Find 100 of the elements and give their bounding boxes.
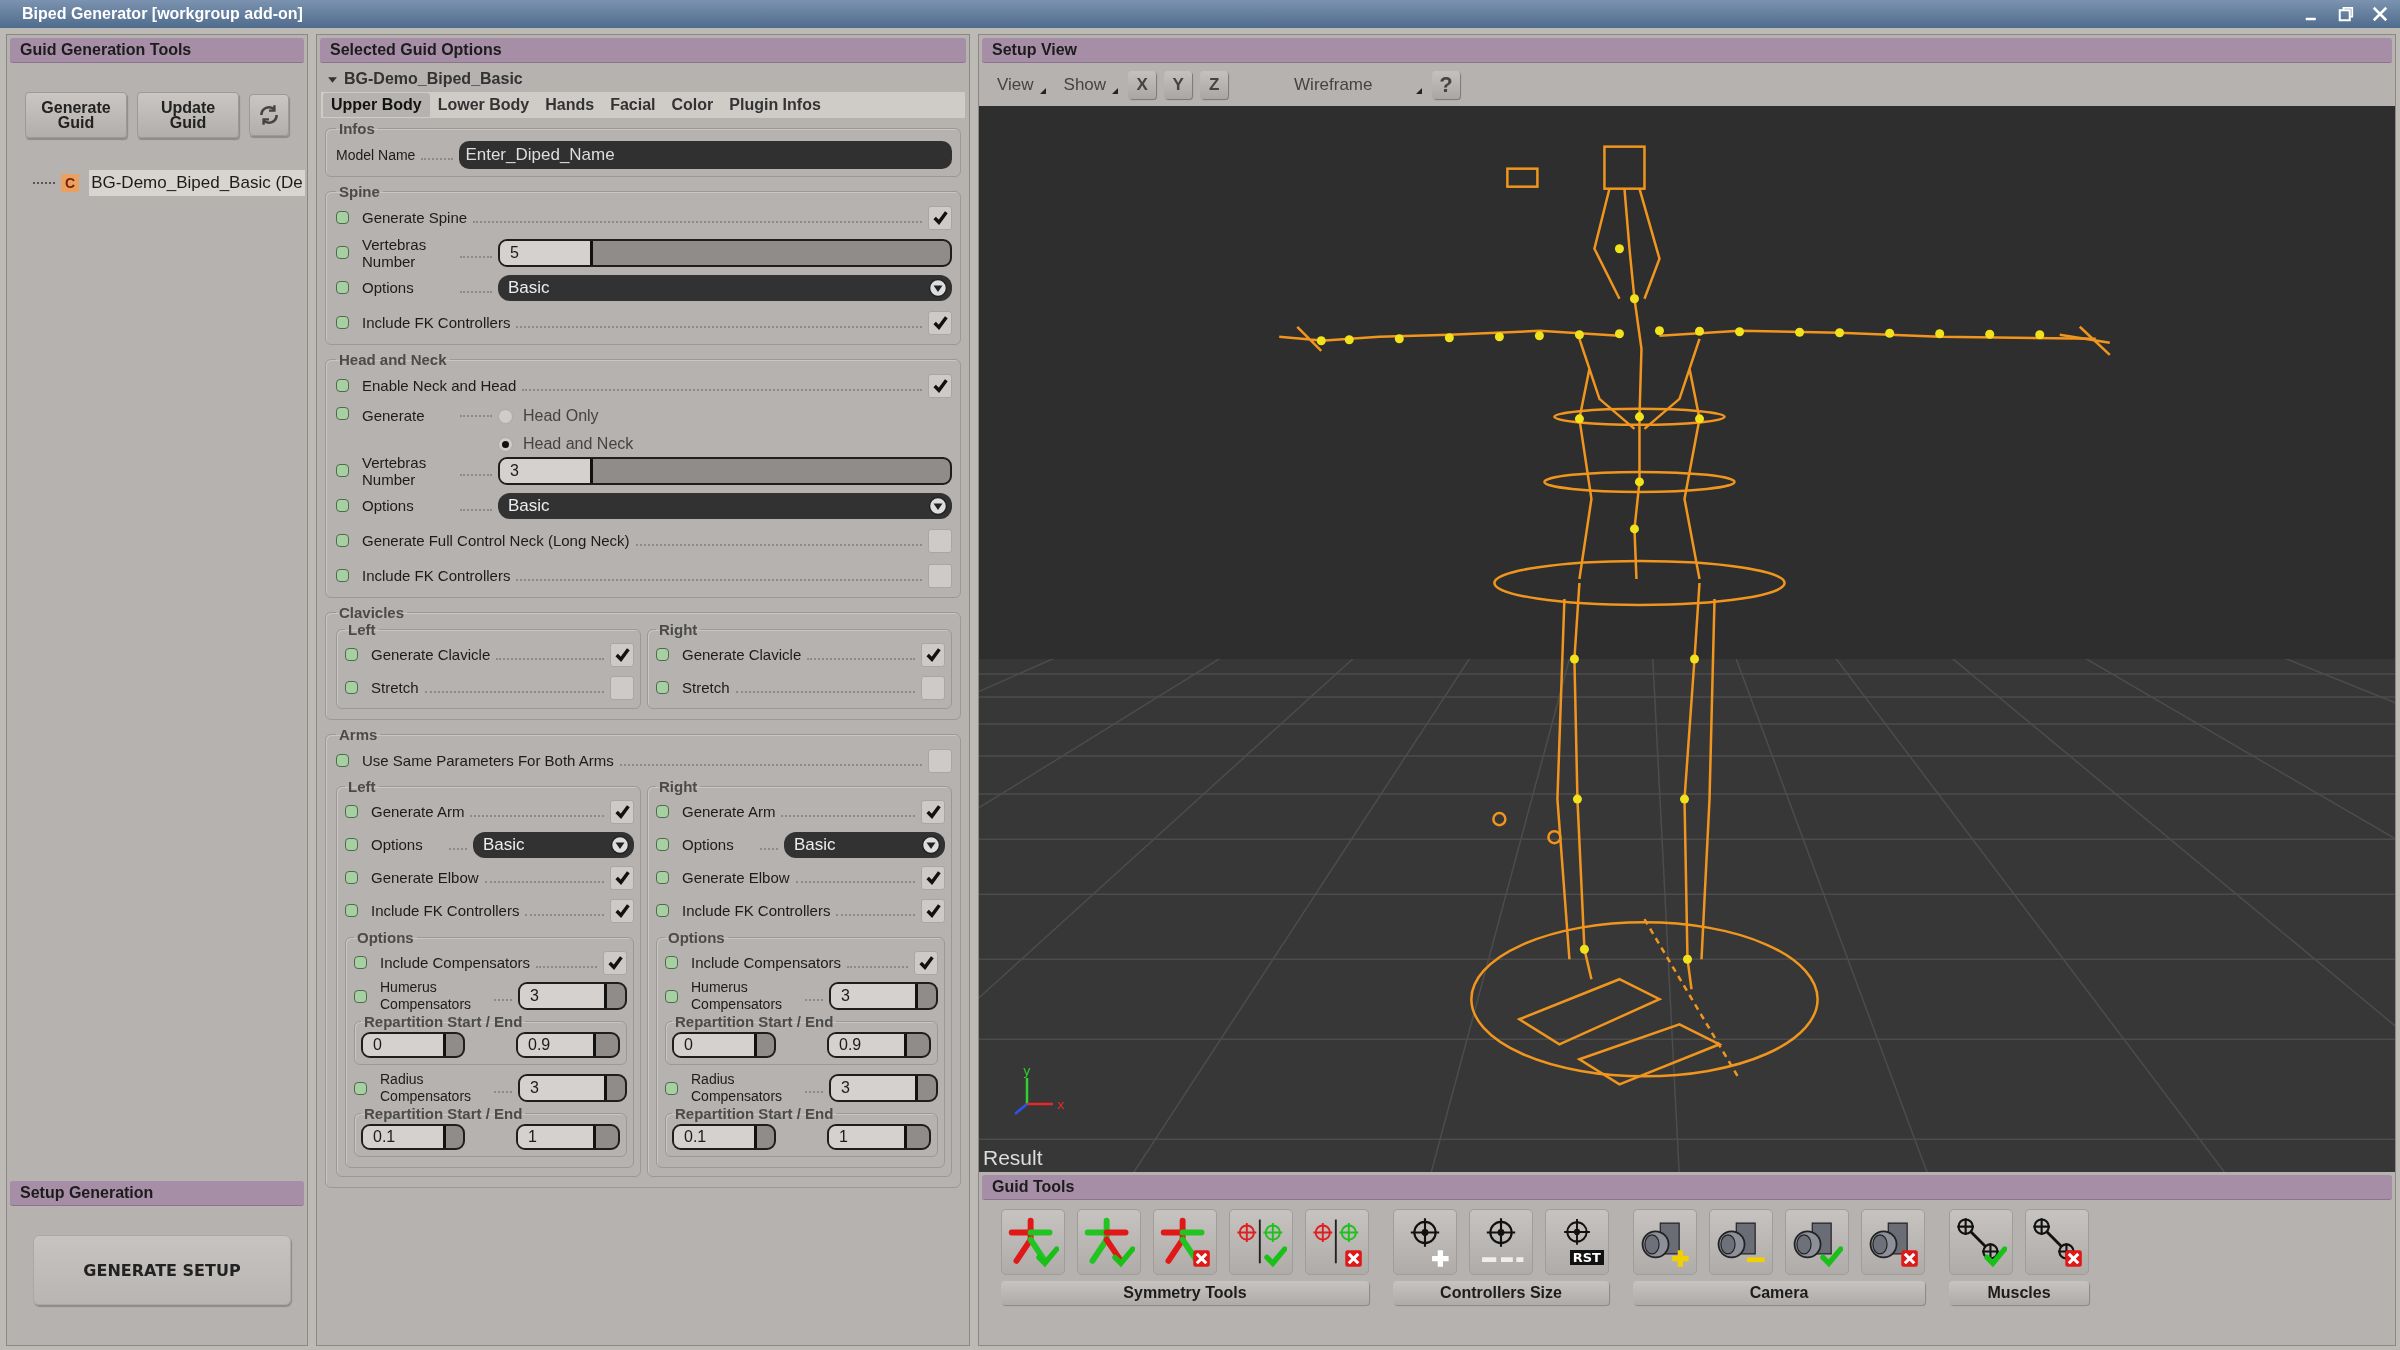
leader-line [536,965,597,968]
group-title: Repartition Start / End [363,1013,524,1030]
tab[interactable]: Lower Body [429,93,538,117]
number-slider[interactable]: 3 [518,1074,627,1102]
number-slider[interactable]: 0.1 [361,1124,465,1150]
tab[interactable]: Upper Body [323,93,430,117]
shading-dropdown[interactable]: Wireframe [1286,71,1425,99]
close-icon[interactable] [2370,4,2390,24]
tab[interactable]: Hands [537,93,603,117]
number-slider[interactable]: 3 [829,1074,938,1102]
checkmark-icon [613,646,631,663]
checkbox[interactable] [921,799,945,824]
checkbox[interactable] [928,748,952,773]
options-dropdown[interactable]: Basic [498,274,952,301]
checkbox[interactable] [928,563,952,588]
number-slider[interactable]: 3 [518,982,627,1010]
checkbox[interactable] [914,950,938,975]
option-label: Include FK Controllers [362,314,511,331]
figure-icon [1007,1216,1059,1268]
group-title: Repartition Start / End [363,1105,524,1122]
tool-button[interactable] [1785,1209,1849,1275]
viewport[interactable]: y x Result [979,106,2395,1172]
dropdown-caret-icon [921,834,941,855]
option-label: Radius Compensators [691,1071,784,1105]
tool-button[interactable] [1861,1209,1925,1275]
leader-line [847,965,908,968]
tree-item[interactable]: BG-Demo_Biped_Basic (De [89,170,305,196]
axis-button[interactable]: X [1128,71,1157,99]
guid-button[interactable]: Generate Guid [25,92,127,138]
options-dropdown[interactable]: Basic [784,831,945,858]
leader-line [494,999,512,1001]
group-title: Right [658,778,699,795]
tool-button[interactable] [2025,1209,2089,1275]
checkbox[interactable] [610,799,634,824]
checkbox[interactable] [928,528,952,553]
options-dropdown[interactable]: Basic [473,831,634,858]
number-slider[interactable]: 0.9 [516,1032,620,1058]
checkbox[interactable] [928,205,952,230]
radio-button[interactable] [498,436,513,452]
help-button[interactable]: ? [1432,71,1461,99]
number-slider[interactable]: 0 [361,1032,465,1058]
leader-line [421,157,454,160]
option-label: Stretch [371,679,419,696]
tool-button[interactable] [1949,1209,2013,1275]
group-title: Left [347,778,377,795]
number-slider[interactable]: 1 [516,1124,620,1150]
number-slider[interactable]: 1 [827,1124,931,1150]
tool-button[interactable] [1633,1209,1697,1275]
group-title: Infos [338,120,376,137]
checkmark-icon [613,902,631,919]
checkbox[interactable] [921,675,945,700]
generate-setup-button[interactable]: GENERATE SETUP [33,1235,291,1305]
model-name-field[interactable]: Enter_Diped_Name [459,140,952,169]
options-dropdown[interactable]: Basic [498,492,952,519]
restore-icon[interactable] [2336,4,2356,24]
axis-button[interactable]: Y [1164,71,1193,99]
checkbox[interactable] [928,310,952,335]
option-label: Options [362,279,415,296]
number-slider[interactable]: 0 [672,1032,776,1058]
tab[interactable]: Plugin Infos [721,93,829,117]
checkbox[interactable] [603,950,627,975]
option-label: Enable Neck and Head [362,377,517,394]
checkbox[interactable] [610,898,634,923]
option-label: Options [362,497,415,514]
tab[interactable]: Color [663,93,722,117]
refresh-button[interactable] [249,94,289,136]
leader-line [460,508,492,511]
checkbox[interactable] [610,675,634,700]
group-title: Repartition Start / End [674,1013,835,1030]
checkbox[interactable] [921,865,945,890]
tool-button[interactable]: RST [1545,1209,1609,1275]
checkbox[interactable] [610,642,634,667]
radio-option[interactable]: Head Only [498,407,634,425]
view-menu[interactable]: Show [1055,71,1121,99]
radio-option[interactable]: Head and Neck [498,435,634,453]
checkbox[interactable] [921,898,945,923]
tool-group-label: Symmetry Tools [1001,1281,1369,1305]
dropdown-caret-icon [928,495,948,516]
number-slider[interactable]: 3 [498,456,952,485]
tool-button[interactable] [1393,1209,1457,1275]
number-slider[interactable]: 5 [498,238,952,267]
checkbox[interactable] [928,373,952,398]
rig-drawing[interactable] [1277,145,2112,1086]
number-slider[interactable]: 3 [829,982,938,1010]
checkmark-icon [613,869,631,886]
radio-button[interactable] [498,408,513,424]
guid-button[interactable]: Update Guid [137,92,239,138]
view-menu[interactable]: View [989,71,1048,99]
checkbox[interactable] [921,642,945,667]
tool-button[interactable] [1469,1209,1533,1275]
tool-button[interactable] [1709,1209,1773,1275]
viewport-label: Result [983,1146,1043,1170]
option-label: Vertebras Number [362,453,428,488]
option-label: Generate Elbow [682,869,790,886]
group-title: Head and Neck [338,351,448,368]
checkbox[interactable] [610,865,634,890]
tab[interactable]: Facial [602,93,664,117]
number-slider[interactable]: 0.1 [672,1124,776,1150]
number-slider[interactable]: 0.9 [827,1032,931,1058]
axis-button[interactable]: Z [1200,71,1229,99]
